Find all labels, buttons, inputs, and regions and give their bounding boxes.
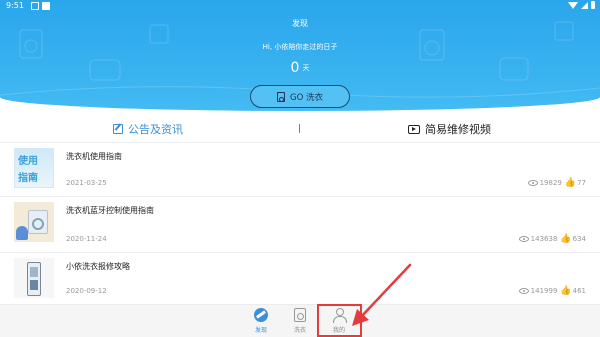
list-item[interactable]: 使用 指南 洗衣机使用指南 2021-03-25 19829 👍 77: [0, 143, 600, 197]
tab-repair-videos[interactable]: 简易维修视频: [408, 120, 491, 138]
view-count: 143638: [530, 235, 558, 243]
washer-icon: [277, 91, 285, 102]
thumbs-up-icon: 👍: [564, 178, 577, 188]
greeting-text: Hi, 小依陪你走过的日子: [262, 43, 338, 51]
nav-discover[interactable]: 发现: [247, 308, 275, 334]
article-list: 使用 指南 洗衣机使用指南 2021-03-25 19829 👍 77 洗衣机蓝…: [0, 143, 600, 305]
article-title: 洗衣机蓝牙控制使用指南: [66, 206, 154, 215]
phone-illustration: [27, 262, 41, 296]
view-count: 19829: [539, 179, 562, 187]
wifi-icon: [568, 1, 578, 9]
article-thumbnail: [14, 258, 54, 298]
tab-divider: [299, 124, 300, 133]
nav-label: 我的: [332, 327, 345, 334]
tab-video-label: 简易维修视频: [425, 123, 491, 136]
thumbnail-text: 指南: [18, 173, 38, 184]
article-title: 洗衣机使用指南: [66, 152, 122, 161]
list-item[interactable]: 小依洗衣报修攻略 2020-09-12 141999 👍 461: [0, 253, 600, 305]
bottom-nav: 发现 洗衣 我的: [0, 304, 600, 337]
compass-icon: [254, 308, 268, 322]
thumbs-up-icon: 👍: [560, 234, 572, 244]
status-time: 9:51: [6, 1, 24, 10]
battery-icon: [591, 1, 595, 9]
days-value: 0: [290, 60, 300, 76]
list-item[interactable]: 洗衣机蓝牙控制使用指南 2020-11-24 143638 👍 634: [0, 197, 600, 253]
image-notification-icon: [31, 2, 39, 10]
video-icon: [408, 124, 420, 134]
article-stats: 141999 👍 461: [518, 286, 586, 296]
like-count: 461: [572, 287, 586, 295]
nav-label: 发现: [254, 327, 267, 334]
nav-mine[interactable]: 我的: [325, 308, 353, 334]
user-icon: [332, 308, 347, 323]
page-title: 发现: [292, 19, 308, 28]
tab-news[interactable]: 公告及资讯: [113, 120, 183, 138]
thumbnail-text: 使用: [18, 156, 38, 167]
article-stats: 143638 👍 634: [518, 234, 586, 244]
washer-icon: [294, 308, 306, 322]
days-counter: 0天: [0, 57, 600, 76]
app-notification-icon: [42, 2, 50, 10]
view-count: 141999: [530, 287, 558, 295]
article-date: 2020-09-12: [66, 287, 107, 295]
eye-icon: [518, 236, 529, 242]
eye-icon: [527, 180, 538, 186]
like-count: 77: [577, 179, 586, 187]
eye-icon: [518, 288, 529, 294]
article-stats: 19829 👍 77: [527, 178, 586, 188]
days-unit: 天: [302, 64, 310, 72]
nav-label: 洗衣: [293, 327, 306, 334]
like-count: 634: [572, 235, 586, 243]
washer-illustration: [28, 210, 48, 234]
person-illustration: [16, 226, 28, 240]
edit-icon: [113, 124, 123, 134]
article-date: 2020-11-24: [66, 235, 107, 243]
article-thumbnail: 使用 指南: [14, 148, 54, 188]
article-thumbnail: [14, 202, 54, 242]
go-wash-button[interactable]: GO 洗衣: [250, 85, 350, 108]
status-bar: 9:51: [0, 0, 600, 13]
article-date: 2021-03-25: [66, 179, 107, 187]
signal-icon: [581, 1, 588, 9]
nav-wash[interactable]: 洗衣: [286, 308, 314, 334]
thumbs-up-icon: 👍: [560, 286, 572, 296]
go-wash-label: GO 洗衣: [290, 92, 323, 103]
article-title: 小依洗衣报修攻略: [66, 262, 130, 271]
tab-news-label: 公告及资讯: [128, 123, 183, 136]
content-tabs: 公告及资讯 简易维修视频: [0, 115, 600, 143]
